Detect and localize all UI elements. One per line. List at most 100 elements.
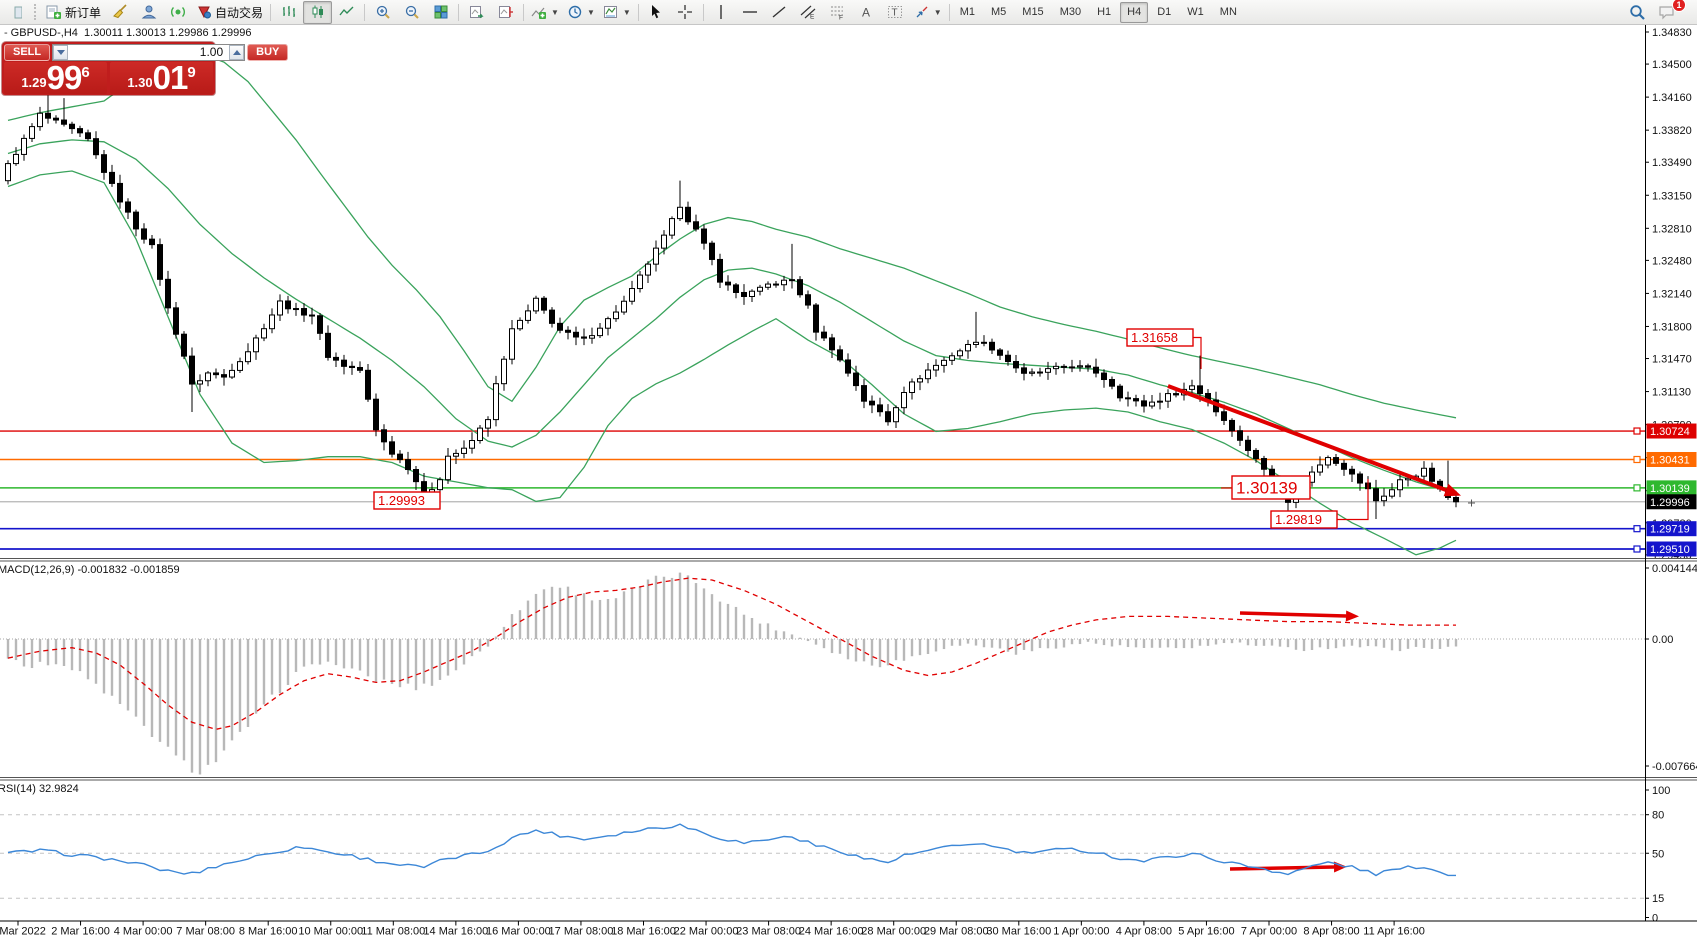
line-chart-icon <box>339 4 355 20</box>
date-axis-tick: 29 Mar 08:00 <box>924 926 989 938</box>
svg-text:1.29993: 1.29993 <box>378 493 425 508</box>
svg-text:E: E <box>810 14 815 21</box>
person-icon <box>141 4 157 20</box>
timeframe-m1-button[interactable]: M1 <box>953 2 982 23</box>
toolbar-grip <box>34 4 39 20</box>
price-axis: 1.348301.345001.341601.338201.334901.331… <box>1645 27 1697 925</box>
volume-spinner <box>52 44 245 61</box>
tile-windows-icon <box>433 4 449 20</box>
price-tag-1.30724: 1.30724 <box>1647 424 1697 439</box>
buy-price-sup: 9 <box>187 64 195 81</box>
sell-button[interactable]: SELL <box>4 44 50 61</box>
zoom-in-icon <box>375 4 391 20</box>
crosshair-icon <box>677 4 693 20</box>
toolbar-separator <box>949 4 950 21</box>
timeframe-d1-button[interactable]: D1 <box>1150 2 1178 23</box>
bar-chart-icon <box>281 4 297 20</box>
price-axis-tick: 1.32810 <box>1652 223 1692 235</box>
signal-icon <box>170 4 186 20</box>
line-chart-type-button[interactable] <box>332 1 361 24</box>
candlestick-icon <box>310 4 326 20</box>
timeframe-h1-button[interactable]: H1 <box>1090 2 1118 23</box>
zoom-out-button[interactable] <box>397 1 426 24</box>
fibonacci-tool-button[interactable]: F <box>823 1 852 24</box>
trend-arrow[interactable] <box>1240 613 1346 616</box>
buy-button[interactable]: BUY <box>247 44 288 61</box>
date-axis-tick: 1 Apr 00:00 <box>1053 926 1109 938</box>
volume-input[interactable] <box>68 45 229 60</box>
cursor-tool-button[interactable] <box>642 1 671 24</box>
triangle-down-icon <box>57 50 65 55</box>
date-axis-tick: 14 Mar 16:00 <box>423 926 488 938</box>
rsi-axis-tick: 15 <box>1652 893 1664 905</box>
auto-trading-button[interactable]: 自动交易 <box>192 1 267 24</box>
signals-button[interactable] <box>163 1 192 24</box>
trend-arrow-head <box>1346 611 1359 622</box>
rsi-axis-tick: 0 <box>1652 913 1658 925</box>
price-axis-tick: 1.31470 <box>1652 354 1692 366</box>
search-icon <box>1629 4 1646 21</box>
auto-scroll-button[interactable] <box>462 1 491 24</box>
timeframe-m15-button[interactable]: M15 <box>1015 2 1050 23</box>
toolbar-overflow-icon[interactable] <box>2 1 31 24</box>
main-toolbar: 新订单 自动交易 <box>0 0 1697 25</box>
search-button[interactable] <box>1623 1 1652 24</box>
macd-axis-tick: 0.00 <box>1652 634 1673 646</box>
date-axis-tick: 8 Mar 16:00 <box>239 926 298 938</box>
horizontal-line-tool-button[interactable] <box>736 1 765 24</box>
timeframe-m5-button[interactable]: M5 <box>984 2 1013 23</box>
trend-arrow[interactable] <box>1168 386 1446 490</box>
date-axis-tick: 5 Apr 16:00 <box>1178 926 1234 938</box>
label-tool-button[interactable]: T <box>881 1 910 24</box>
price-chart[interactable]: 1.316581.299931.301391.298191.348301.345… <box>0 0 1697 941</box>
price-axis-tick: 1.34160 <box>1652 92 1692 104</box>
candlestick-chart-type-button[interactable] <box>303 1 332 24</box>
timeframe-h4-button[interactable]: H4 <box>1120 2 1148 23</box>
new-order-button[interactable]: 新订单 <box>42 1 105 24</box>
vertical-line-tool-button[interactable] <box>707 1 736 24</box>
crosshair-tool-button[interactable] <box>671 1 700 24</box>
svg-text:1.30139: 1.30139 <box>1236 479 1297 498</box>
svg-text:1.31658: 1.31658 <box>1131 330 1178 345</box>
trendline-tool-button[interactable] <box>765 1 794 24</box>
date-axis-tick: 10 Mar 00:00 <box>298 926 363 938</box>
svg-text:T: T <box>892 8 898 19</box>
clock-icon <box>567 4 583 20</box>
templates-button[interactable]: ▼ <box>599 1 635 24</box>
sell-price-display[interactable]: 1.29996 <box>4 62 107 94</box>
price-annotation-label[interactable]: 1.30139 <box>1221 476 1310 499</box>
broom-button[interactable] <box>105 1 134 24</box>
contacts-button[interactable] <box>134 1 163 24</box>
periods-button[interactable]: ▼ <box>563 1 599 24</box>
main-chart-panel: 1.316581.299931.301391.29819 <box>0 53 1645 554</box>
chart-title: -GBPUSD-,H4 1.30011 1.30013 1.29986 1.29… <box>4 27 251 39</box>
volume-increase-button[interactable] <box>229 45 244 60</box>
zoom-in-button[interactable] <box>368 1 397 24</box>
indicators-button[interactable]: ▼ <box>527 1 563 24</box>
arrows-tool-button[interactable]: ▼ <box>910 1 946 24</box>
triangle-up-icon <box>233 50 241 55</box>
arrows-icon <box>914 4 930 20</box>
text-tool-button[interactable]: A <box>852 1 881 24</box>
volume-decrease-button[interactable] <box>53 45 68 60</box>
trend-arrow[interactable] <box>1230 867 1334 869</box>
svg-text:1.29719: 1.29719 <box>1650 524 1690 536</box>
buy-price-display[interactable]: 1.30019 <box>110 62 213 94</box>
new-order-label: 新订单 <box>65 4 101 21</box>
chart-shift-button[interactable] <box>491 1 520 24</box>
channel-tool-button[interactable]: E <box>794 1 823 24</box>
notifications-button[interactable]: 1 <box>1652 1 1681 24</box>
timeframe-m30-button[interactable]: M30 <box>1053 2 1088 23</box>
date-axis-tick: 1 Mar 2022 <box>0 926 46 938</box>
bar-chart-type-button[interactable] <box>274 1 303 24</box>
toolbar-separator <box>523 4 524 21</box>
date-axis-tick: 17 Mar 08:00 <box>549 926 614 938</box>
timeframe-mn-button[interactable]: MN <box>1213 2 1244 23</box>
tile-windows-button[interactable] <box>426 1 455 24</box>
price-annotation-label[interactable]: 1.29993 <box>374 492 440 509</box>
price-tag-1.29996: 1.29996 <box>1647 494 1697 509</box>
date-axis-tick: 7 Mar 08:00 <box>176 926 235 938</box>
price-axis-tick: 1.32140 <box>1652 288 1692 300</box>
timeframe-w1-button[interactable]: W1 <box>1180 2 1211 23</box>
svg-text:1.30724: 1.30724 <box>1650 426 1690 438</box>
